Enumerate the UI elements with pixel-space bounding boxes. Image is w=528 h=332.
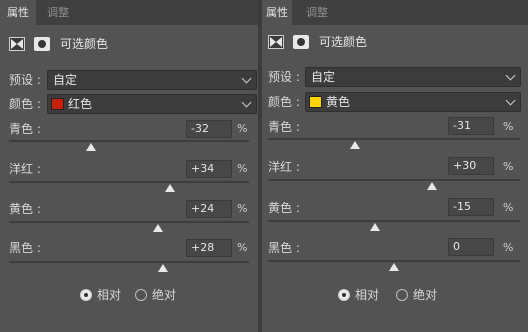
layer-mask-icon[interactable] xyxy=(34,37,50,51)
percent-label: % xyxy=(503,120,514,133)
radio-absolute-label[interactable]: 绝对 xyxy=(152,287,176,304)
percent-label: % xyxy=(237,162,248,175)
preset-label: 预设 : xyxy=(9,73,41,87)
yellow-slider-track[interactable] xyxy=(9,221,249,223)
colors-dropdown[interactable]: 黄色 xyxy=(305,92,521,112)
colors-value: 黄色 xyxy=(326,95,351,109)
method-radio-group: 相对 绝对 xyxy=(338,287,478,305)
panel-header: 可选颜色 xyxy=(0,33,258,55)
chevron-down-icon xyxy=(241,73,252,84)
black-label: 黑色 : xyxy=(9,241,41,255)
percent-label: % xyxy=(503,160,514,173)
tab-bar: 属性 调整 xyxy=(262,0,528,25)
magenta-slider-thumb[interactable] xyxy=(426,182,437,190)
panel-title: 可选颜色 xyxy=(319,35,368,49)
properties-panel-left: 属性 调整 可选颜色 预设 : 自定 颜色 : 红色 青色 : -32 % 洋红… xyxy=(0,0,258,332)
preset-value: 自定 xyxy=(53,73,78,87)
magenta-slider-thumb[interactable] xyxy=(164,184,175,192)
percent-label: % xyxy=(237,241,248,254)
yellow-slider-thumb[interactable] xyxy=(152,224,163,232)
cyan-slider-thumb[interactable] xyxy=(349,141,360,149)
colors-dropdown[interactable]: 红色 xyxy=(47,94,257,114)
chevron-down-icon xyxy=(241,97,252,108)
colors-label: 颜色 : xyxy=(9,97,41,111)
cyan-slider-track[interactable] xyxy=(268,138,520,140)
yellow-input[interactable]: -15 xyxy=(448,198,494,216)
radio-relative-label[interactable]: 相对 xyxy=(97,287,121,304)
cyan-input[interactable]: -31 xyxy=(448,117,494,135)
radio-relative[interactable] xyxy=(338,289,350,301)
preset-label: 预设 : xyxy=(268,70,300,84)
yellow-label: 黄色 : xyxy=(268,201,300,215)
chevron-down-icon xyxy=(505,95,516,106)
radio-absolute[interactable] xyxy=(396,289,408,301)
colors-label: 颜色 : xyxy=(268,95,300,109)
radio-absolute-label[interactable]: 绝对 xyxy=(413,287,437,304)
adjustment-layer-icon[interactable] xyxy=(268,35,284,49)
yellow-label: 黄色 : xyxy=(9,202,41,216)
color-swatch xyxy=(51,98,64,110)
layer-mask-icon[interactable] xyxy=(293,35,309,49)
magenta-slider-track[interactable] xyxy=(9,181,249,183)
percent-label: % xyxy=(503,201,514,214)
cyan-slider-thumb[interactable] xyxy=(85,143,96,151)
black-slider-track[interactable] xyxy=(9,261,249,263)
radio-absolute[interactable] xyxy=(135,289,147,301)
magenta-input[interactable]: +30 xyxy=(448,157,494,175)
preset-dropdown[interactable]: 自定 xyxy=(305,67,521,87)
color-swatch xyxy=(309,96,322,108)
chevron-down-icon xyxy=(505,70,516,81)
black-slider-track[interactable] xyxy=(268,260,520,262)
tab-properties[interactable]: 属性 xyxy=(0,0,36,25)
panel-header: 可选颜色 xyxy=(262,31,528,53)
percent-label: % xyxy=(503,241,514,254)
cyan-label: 青色 : xyxy=(268,120,300,134)
magenta-label: 洋红 : xyxy=(268,160,300,174)
magenta-slider-track[interactable] xyxy=(268,179,520,181)
radio-relative-label[interactable]: 相对 xyxy=(355,287,379,304)
cyan-label: 青色 : xyxy=(9,122,41,136)
black-input[interactable]: 0 xyxy=(448,238,494,256)
tab-bar: 属性 调整 xyxy=(0,0,258,25)
panel-title: 可选颜色 xyxy=(60,37,109,51)
yellow-slider-thumb[interactable] xyxy=(370,223,381,231)
magenta-label: 洋红 : xyxy=(9,162,41,176)
black-slider-thumb[interactable] xyxy=(157,264,168,272)
properties-panel-right: 属性 调整 可选颜色 预设 : 自定 颜色 : 黄色 青色 : -31 % 洋红… xyxy=(262,0,528,332)
percent-label: % xyxy=(237,122,248,135)
preset-dropdown[interactable]: 自定 xyxy=(47,70,257,90)
radio-relative[interactable] xyxy=(80,289,92,301)
cyan-slider-track[interactable] xyxy=(9,140,249,142)
adjustment-layer-icon[interactable] xyxy=(9,37,25,51)
percent-label: % xyxy=(237,202,248,215)
black-slider-thumb[interactable] xyxy=(389,263,399,271)
tab-adjustments[interactable]: 调整 xyxy=(298,0,336,25)
cyan-input[interactable]: -32 xyxy=(186,120,232,138)
tab-properties[interactable]: 属性 xyxy=(262,0,292,25)
preset-value: 自定 xyxy=(311,70,336,84)
black-input[interactable]: +28 xyxy=(186,239,232,257)
tab-adjustments[interactable]: 调整 xyxy=(38,0,78,25)
magenta-input[interactable]: +34 xyxy=(186,160,232,178)
black-label: 黑色 : xyxy=(268,241,300,255)
yellow-input[interactable]: +24 xyxy=(186,200,232,218)
method-radio-group: 相对 绝对 xyxy=(80,287,220,305)
yellow-slider-track[interactable] xyxy=(268,220,520,222)
colors-value: 红色 xyxy=(68,97,93,111)
